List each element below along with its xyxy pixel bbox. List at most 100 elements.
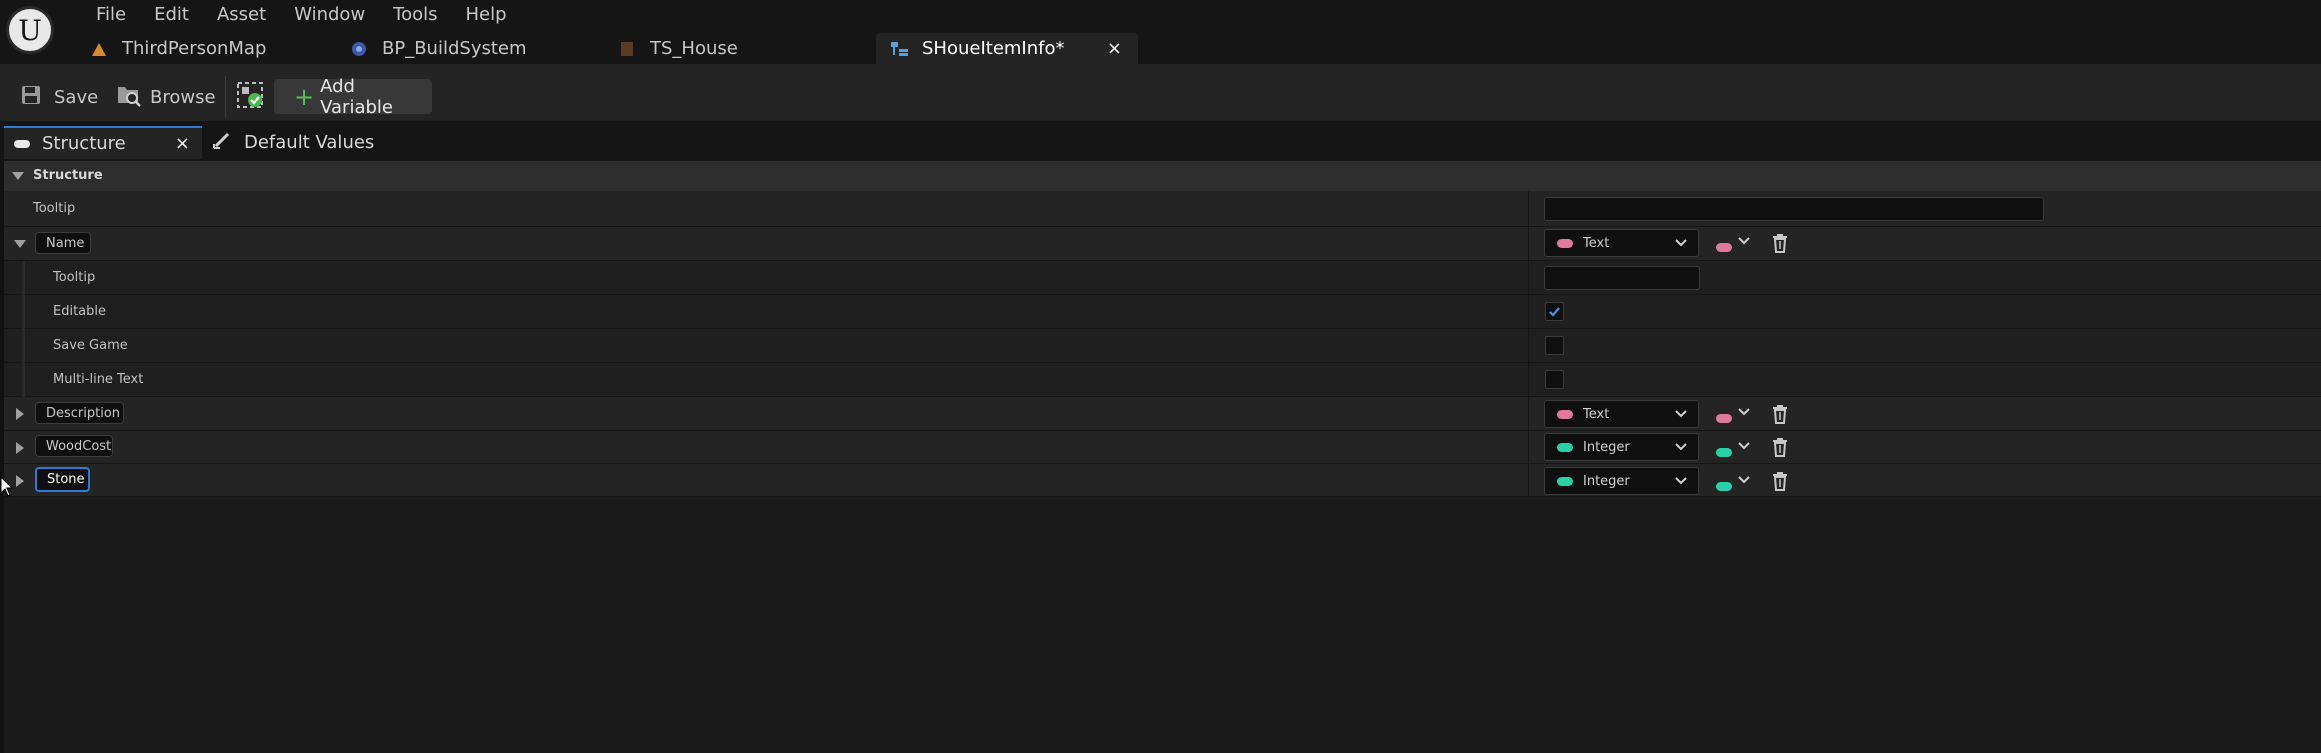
edit-icon [212,130,232,155]
document-tabs: ThirdPersonMap BP_BuildSystem TS_House S… [76,33,1138,64]
row-save-game: Save Game [0,329,2321,363]
single-container-icon [1716,482,1732,491]
expand-arrow-icon[interactable] [14,240,26,248]
container-type-dropdown[interactable] [1716,237,1750,256]
type-dropdown[interactable]: Text [1544,229,1699,257]
menu-window[interactable]: Window [280,0,379,30]
tab-shoueiteminfo[interactable]: SHoueItemInfo* × [876,33,1138,64]
column-divider[interactable] [1528,191,1529,496]
save-label: Save [54,86,99,108]
chevron-down-icon [1738,237,1750,245]
save-game-checkbox[interactable] [1545,336,1564,355]
trash-icon[interactable] [1772,472,1788,491]
compile-status-button[interactable] [236,79,264,115]
structure-icon [890,40,908,58]
single-container-icon [1716,243,1732,252]
type-label: Integer [1583,473,1630,489]
level-icon [90,40,108,58]
browse-button[interactable]: Browse [116,79,216,115]
section-title: Structure [33,168,103,183]
close-tab-icon[interactable]: × [1107,38,1122,59]
compile-success-icon [236,81,264,114]
menu-file[interactable]: File [82,0,140,30]
tab-structure[interactable]: Structure × [4,126,202,159]
expand-arrow-icon[interactable] [16,475,24,487]
tab-default-values[interactable]: Default Values [212,126,374,159]
type-label: Text [1583,235,1610,251]
tab-label: TS_House [650,38,738,59]
indent-guide [22,261,25,295]
type-dropdown[interactable]: Integer [1544,467,1699,495]
chevron-down-icon [1675,443,1687,451]
toolbar-separator [225,76,226,118]
member-name-input[interactable]: Description [35,402,124,424]
row-label: Tooltip [33,201,76,216]
multiline-checkbox[interactable] [1545,370,1564,389]
blueprint-icon [350,40,368,58]
save-button[interactable]: Save [20,79,98,115]
section-header-structure[interactable]: Structure [0,161,2321,191]
trash-icon[interactable] [1772,234,1788,253]
member-name-input[interactable]: WoodCost [35,435,113,457]
trash-icon[interactable] [1772,405,1788,424]
row-tooltip: Tooltip [0,191,2321,227]
single-container-icon [1716,448,1732,457]
indent-guide [22,295,25,329]
integer-type-icon [1557,476,1573,486]
text-type-icon [1557,238,1573,248]
container-type-dropdown[interactable] [1716,442,1750,461]
type-label: Integer [1583,439,1630,455]
menu-edit[interactable]: Edit [140,0,203,30]
row-stone: Stone Integer [0,464,2321,497]
row-name: Name Text [0,227,2321,261]
container-type-dropdown[interactable] [1716,408,1750,427]
trash-icon[interactable] [1772,438,1788,457]
type-dropdown[interactable]: Integer [1544,433,1699,461]
tab-structure-label: Structure [42,133,126,154]
tab-ts-house[interactable]: TS_House [604,33,876,64]
tab-default-values-label: Default Values [244,132,375,153]
unreal-logo-icon[interactable]: U [6,6,54,54]
chevron-down-icon [1675,239,1687,247]
menu-help[interactable]: Help [452,0,521,30]
integer-type-icon [1557,442,1573,452]
indent-guide [22,329,25,363]
menu-asset[interactable]: Asset [203,0,280,30]
row-label: Multi-line Text [53,372,144,387]
tab-bp-buildsystem[interactable]: BP_BuildSystem [336,33,604,64]
container-type-dropdown[interactable] [1716,476,1750,495]
expand-arrow-icon[interactable] [16,442,24,454]
add-variable-button[interactable]: + Add Variable [274,76,432,118]
chevron-down-icon [1738,442,1750,450]
svg-text:U: U [18,14,42,47]
browse-icon [116,83,142,112]
row-label: Editable [53,304,107,319]
editable-checkbox[interactable] [1545,302,1564,321]
member-tooltip-input[interactable] [1544,266,1700,290]
tab-label: ThirdPersonMap [122,38,267,59]
plus-icon: + [294,82,315,111]
chevron-down-icon [1675,410,1687,418]
chevron-down-icon [1675,477,1687,485]
member-name-input[interactable]: Name [35,232,91,254]
member-name-text: Stone [47,472,85,487]
expand-arrow-icon[interactable] [16,408,24,420]
texture-icon [618,40,636,58]
structure-tooltip-input[interactable] [1544,197,2044,221]
type-label: Text [1583,406,1610,422]
tab-label: SHoueItemInfo* [922,38,1065,59]
row-editable: Editable [0,295,2321,329]
chevron-down-icon [1738,476,1750,484]
type-dropdown[interactable]: Text [1544,400,1699,428]
save-icon [20,84,42,111]
member-name-input-editing[interactable]: Stone [35,467,90,492]
chevron-down-icon [1738,408,1750,416]
tab-label: BP_BuildSystem [382,38,527,59]
add-variable-label: Add Variable [320,75,393,118]
single-container-icon [1716,414,1732,423]
close-panel-icon[interactable]: × [175,133,190,154]
row-name-tooltip: Tooltip [0,261,2321,295]
menu-bar: File Edit Asset Window Tools Help [82,0,521,30]
menu-tools[interactable]: Tools [379,0,451,30]
tab-thirdpersonmap[interactable]: ThirdPersonMap [76,33,336,64]
